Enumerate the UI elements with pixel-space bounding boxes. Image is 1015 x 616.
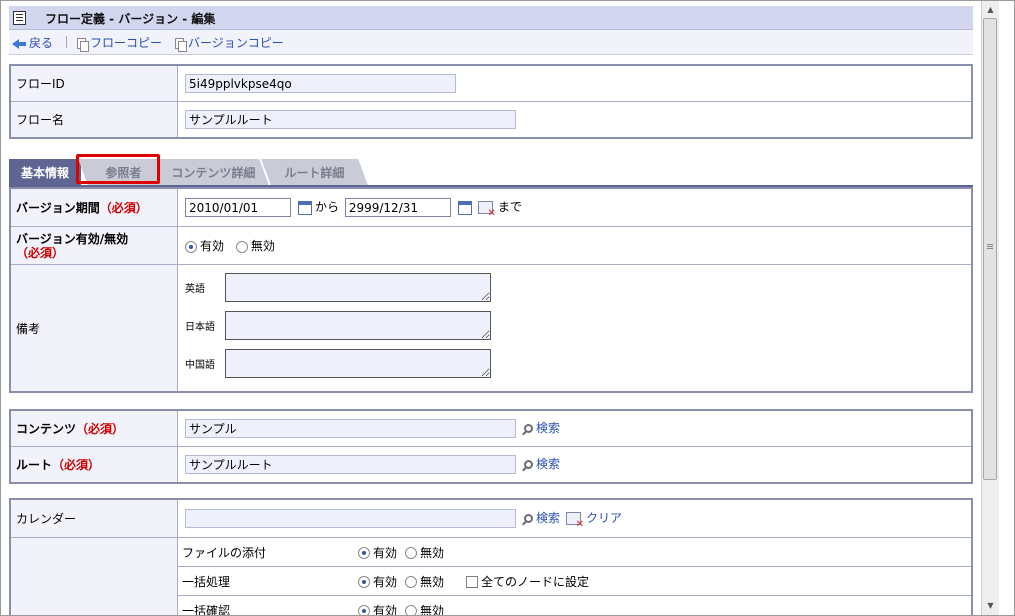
- content-field[interactable]: サンプル: [185, 419, 516, 438]
- document-icon: [13, 11, 26, 25]
- option-disabled-radio[interactable]: [405, 576, 418, 588]
- note-chinese-textarea[interactable]: [225, 349, 491, 378]
- option-disabled-radio[interactable]: [405, 605, 418, 615]
- note-japanese-textarea[interactable]: [225, 311, 491, 340]
- toolbar-separator: [66, 36, 67, 48]
- note-english-textarea[interactable]: [225, 273, 491, 302]
- window-frame: フロー定義 - バージョン - 編集 戻る フローコピー バージョンコピー フロ…: [0, 0, 1015, 616]
- lang-chinese-label: 中国語: [185, 360, 215, 371]
- required-mark: （必須）: [52, 458, 101, 472]
- option-label: 一括処理: [182, 574, 231, 589]
- option-label: 一括確認: [182, 603, 231, 616]
- grip-icon: [987, 244, 993, 245]
- required-mark: （必須）: [16, 245, 65, 260]
- toolbar: 戻る フローコピー バージョンコピー: [9, 30, 973, 55]
- calendar-field[interactable]: [185, 509, 516, 528]
- disabled-label: 無効: [250, 239, 275, 253]
- calendar-clear-link[interactable]: クリア: [586, 511, 622, 525]
- flow-id-label: フローID: [9, 64, 178, 102]
- option-enabled-label: 有効: [373, 545, 398, 560]
- label-text: ルート: [16, 458, 53, 472]
- flow-copy-label: フローコピー: [90, 36, 163, 50]
- back-label: 戻る: [29, 36, 54, 50]
- option-disabled-label: 無効: [420, 545, 445, 560]
- option-enabled-radio[interactable]: [358, 547, 370, 559]
- back-arrow-icon: [12, 39, 26, 49]
- flow-name-field[interactable]: サンプルルート: [185, 110, 516, 129]
- end-date-input[interactable]: 2999/12/31: [344, 198, 451, 217]
- option-row: 一括処理 有効 無効 全てのノードに設定: [177, 566, 973, 596]
- version-table: バージョン期間（必須） 2010/01/01から 2999/12/31まで バー…: [9, 187, 973, 393]
- label-text: バージョン有効/無効: [16, 231, 129, 246]
- option-enabled-label: 有効: [373, 574, 398, 589]
- scroll-thumb[interactable]: [983, 18, 997, 480]
- enabled-radio[interactable]: [185, 240, 197, 253]
- tab-label: コンテンツ詳細: [171, 166, 256, 180]
- required-mark: （必須）: [99, 201, 148, 215]
- option-enabled-radio[interactable]: [358, 605, 370, 615]
- version-copy-button[interactable]: バージョンコピー: [175, 34, 284, 52]
- lang-english-label: 英語: [185, 284, 205, 295]
- search-icon[interactable]: [524, 514, 533, 523]
- option-enabled-label: 有効: [373, 603, 398, 616]
- version-enabled-label: バージョン有効/無効 （必須）: [9, 226, 178, 265]
- disabled-radio[interactable]: [235, 240, 248, 253]
- from-label: から: [315, 200, 340, 214]
- enabled-label: 有効: [200, 239, 225, 253]
- flow-info-table: フローID 5i49pplvkpse4qo フロー名 サンプルルート: [9, 64, 973, 139]
- calendar-table: カレンダー 検索クリア ファイルの添付有効無効 一括処理有効無効全てのノードに設…: [9, 498, 973, 616]
- calendar-icon[interactable]: [457, 200, 472, 215]
- option-label: ファイルの添付: [182, 545, 267, 560]
- option-enabled-radio[interactable]: [358, 576, 370, 588]
- required-mark: （必須）: [76, 422, 125, 436]
- tab-basic-info[interactable]: 基本情報: [9, 159, 81, 185]
- version-period-label: バージョン期間（必須）: [9, 187, 178, 227]
- option-disabled-radio[interactable]: [405, 547, 418, 559]
- vertical-scrollbar[interactable]: ▲ ▼: [981, 1, 999, 615]
- scroll-down-arrow-icon[interactable]: ▼: [982, 597, 999, 614]
- start-date-input[interactable]: 2010/01/01: [185, 198, 291, 217]
- route-field[interactable]: サンプルルート: [185, 455, 516, 474]
- label-text: コンテンツ: [16, 422, 77, 436]
- until-label: まで: [497, 200, 522, 214]
- calendar-label: カレンダー: [9, 498, 178, 538]
- page-title: フロー定義 - バージョン - 編集: [45, 12, 216, 26]
- search-icon[interactable]: [524, 460, 533, 469]
- clear-icon[interactable]: [566, 512, 584, 530]
- content-search-link[interactable]: 検索: [536, 421, 560, 435]
- flow-copy-button[interactable]: フローコピー: [77, 34, 163, 52]
- option-disabled-label: 無効: [420, 603, 445, 616]
- route-label: ルート（必須）: [9, 446, 178, 484]
- tab-route-details[interactable]: ルート詳細: [261, 159, 368, 185]
- flow-id-field[interactable]: 5i49pplvkpse4qo: [185, 74, 456, 93]
- options-label-cell: [9, 537, 178, 615]
- note-label: 備考: [9, 264, 178, 393]
- content-label: コンテンツ（必須）: [9, 409, 178, 447]
- calendar-icon[interactable]: [298, 200, 312, 215]
- route-search-link[interactable]: 検索: [536, 457, 560, 471]
- label-text: バージョン期間: [16, 201, 100, 215]
- flow-name-label: フロー名: [9, 101, 178, 139]
- option-row: 一括確認 有効 無効: [177, 595, 973, 616]
- back-button[interactable]: 戻る: [12, 34, 53, 51]
- content-route-table: コンテンツ（必須） サンプル 検索 ルート（必須） サンプルルート 検索: [9, 409, 973, 484]
- calendar-search-link[interactable]: 検索: [536, 511, 560, 525]
- apply-all-nodes-label: 全てのノードに設定: [481, 574, 590, 589]
- version-copy-label: バージョンコピー: [188, 36, 284, 50]
- copy-icon: [77, 37, 89, 52]
- clear-date-icon[interactable]: [477, 201, 496, 219]
- lang-japanese-label: 日本語: [185, 322, 215, 333]
- tab-content-details[interactable]: コンテンツ詳細: [157, 159, 269, 185]
- title-bar: フロー定義 - バージョン - 編集: [9, 6, 973, 30]
- option-row: ファイルの添付 有効 無効: [177, 537, 973, 567]
- option-disabled-label: 無効: [420, 574, 445, 589]
- tab-label: ルート詳細: [284, 166, 345, 180]
- highlight-box: [76, 154, 160, 184]
- apply-all-nodes-checkbox[interactable]: [466, 576, 479, 588]
- search-icon[interactable]: [524, 424, 533, 433]
- scroll-up-arrow-icon[interactable]: ▲: [982, 1, 999, 18]
- page-content: フロー定義 - バージョン - 編集 戻る フローコピー バージョンコピー フロ…: [9, 6, 973, 615]
- copy-icon: [175, 37, 187, 52]
- tab-label: 基本情報: [20, 166, 69, 180]
